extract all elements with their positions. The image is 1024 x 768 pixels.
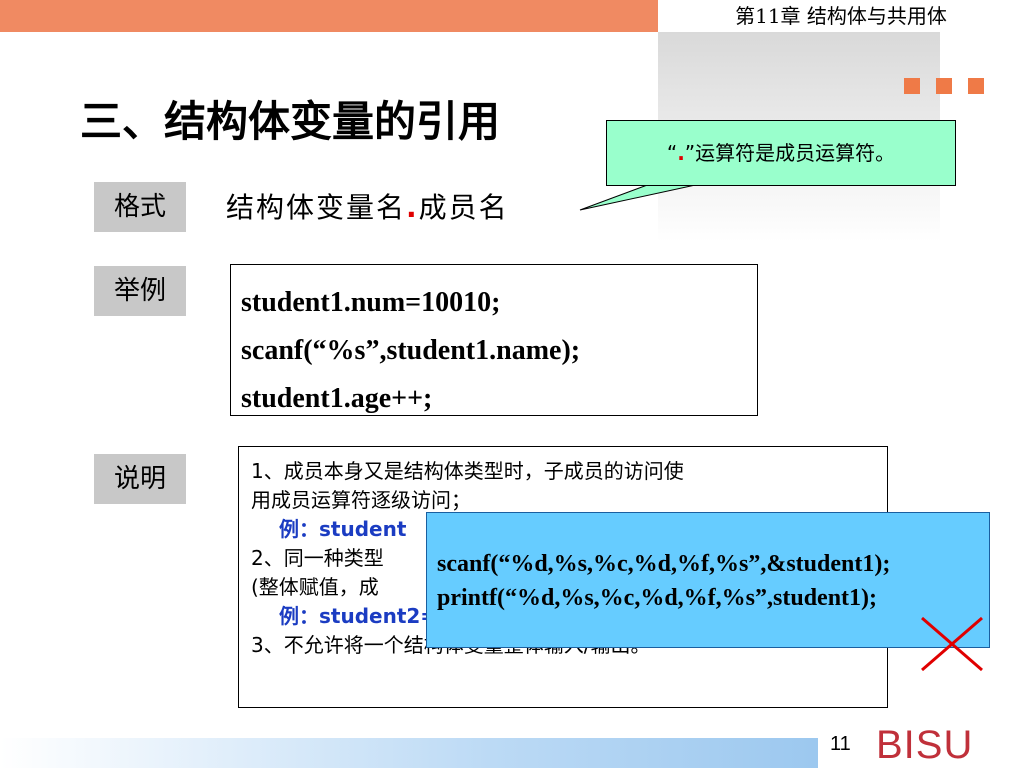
note-line: 用成员运算符逐级访问； — [251, 488, 471, 512]
callout-dot: . — [677, 141, 685, 165]
code-line: scanf(“%s”,student1.name); — [241, 335, 581, 366]
note-line: 1、成员本身又是结构体类型时，子成员的访问使 — [251, 459, 684, 483]
code-line: student1.num=10010; — [241, 287, 501, 318]
code-line: student1.age++; — [241, 383, 433, 414]
example-label: 举例 — [94, 266, 186, 316]
wrong-io-overlay: scanf(“%d,%s,%c,%d,%f,%s”,&student1); pr… — [426, 512, 990, 648]
cross-icon — [921, 616, 983, 672]
overlay-code-line: scanf(“%d,%s,%c,%d,%f,%s”,&student1); — [437, 551, 891, 577]
callout-text: ”运算符是成员运算符。 — [684, 141, 896, 165]
bisu-logo: BISU — [876, 723, 974, 767]
bottom-gradient-bar — [0, 738, 818, 768]
overlay-code-line: printf(“%d,%s,%c,%d,%f,%s”,student1); — [437, 585, 878, 611]
callout-quote-open: “ — [666, 141, 678, 165]
operator-callout: “.”运算符是成员运算符。 — [606, 120, 956, 186]
example-code-box: student1.num=10010; scanf(“%s”,student1.… — [230, 264, 758, 416]
page-number: 11 — [830, 733, 851, 755]
notes-label: 说明 — [94, 454, 186, 504]
